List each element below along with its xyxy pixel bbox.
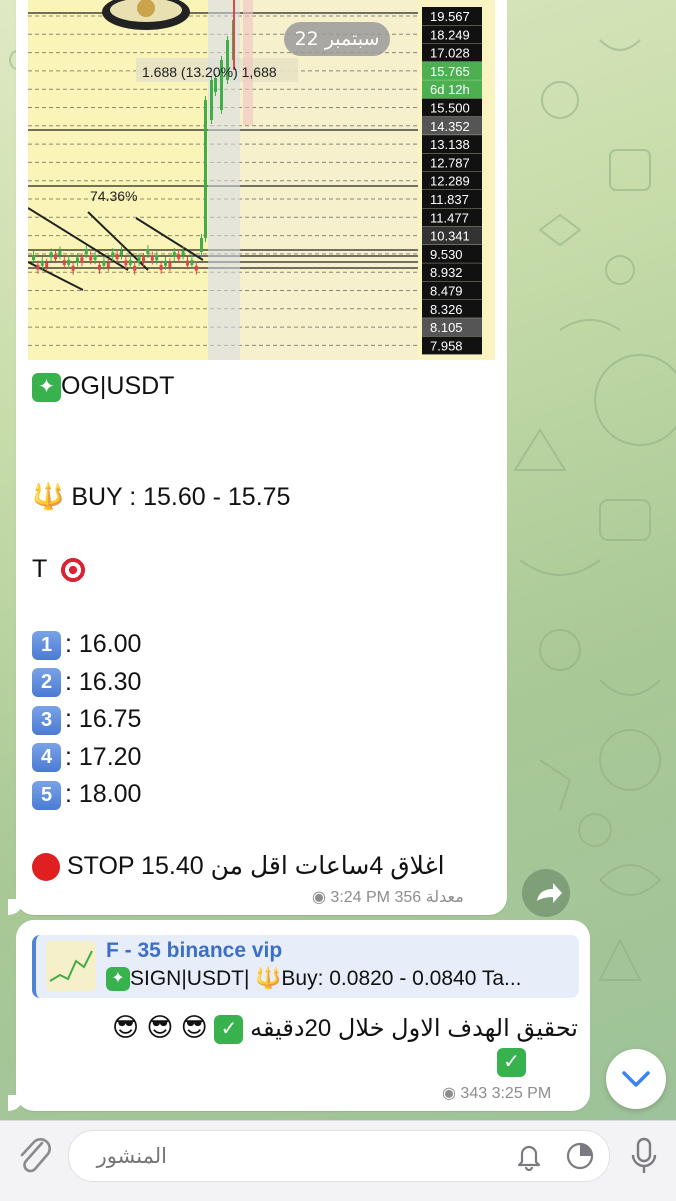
target-value: : 18.00 [65, 780, 142, 808]
price-tag: 11.477 [430, 210, 469, 225]
stop-text: STOP 15.40 اغلاق 4ساعات اقل من [66, 852, 445, 880]
price-tag: 13.138 [430, 137, 470, 152]
message-time: 3:24 PM [330, 889, 391, 906]
red-circle-icon [32, 853, 60, 882]
number-keycap-icon: 5 [32, 780, 61, 810]
message-input[interactable] [75, 1131, 169, 1181]
targets-list: 1: 16.00 2: 16.30 3: 16.75 4: 17.20 5: 18.00 [32, 626, 141, 814]
price-tag: 8.105 [430, 320, 463, 335]
target-value: : 16.00 [65, 630, 142, 658]
price-tag: 9.530 [430, 247, 463, 262]
price-tag: 18.249 [430, 27, 470, 42]
reply-quote[interactable]: F - 35 binance vip ✦ SIGN|USDT| 🔱Buy: 0.0… [32, 935, 579, 998]
eye-icon: ◉ [442, 1085, 456, 1102]
view-count: 343 [460, 1085, 488, 1102]
chevron-down-icon [622, 1071, 650, 1087]
bubble-tail [8, 899, 24, 915]
buy-line: 🔱 BUY : 15.60 - 15.75 [32, 481, 290, 512]
pair-line: ✦ OG|USDT [32, 372, 174, 402]
check-icon: ✓ [497, 1048, 526, 1077]
compose-field[interactable] [68, 1130, 610, 1182]
price-tag: 10.341 [430, 229, 470, 244]
price-tag: 12.787 [430, 155, 470, 170]
price-tag: 19.567 [430, 9, 470, 24]
price-tag: 17.028 [430, 46, 470, 61]
price-tag: 6d 12h [430, 82, 470, 97]
price-tag: 14.352 [430, 119, 470, 134]
target-value: : 16.30 [65, 667, 142, 696]
message-meta: ◉ 343 3:25 PM [442, 1083, 551, 1103]
date-pill: 22 سبتمبر [284, 22, 390, 56]
targets-label: T [32, 555, 47, 583]
target-row: 3: 16.75 [32, 701, 141, 739]
target-row: 2: 16.30 [32, 664, 141, 702]
bell-icon [517, 1145, 541, 1172]
number-keycap-icon: 4 [32, 743, 61, 773]
cool-emoji: 😎 😎 😎 [112, 1012, 208, 1042]
number-keycap-icon: 3 [32, 705, 61, 735]
price-tag: 12.289 [430, 174, 470, 189]
eye-icon: ◉ [312, 889, 326, 906]
check-icon: ✓ [214, 1015, 244, 1045]
check-row: ✓ [497, 1048, 526, 1077]
price-tag: 8.932 [430, 265, 463, 280]
message-bubble-reply[interactable]: F - 35 binance vip ✦ SIGN|USDT| 🔱Buy: 0.0… [8, 920, 590, 1111]
message2-text-row: تحقيق الهدف الاول خلال 20دقيقه ✓ 😎 😎 😎 [32, 1012, 578, 1045]
message-time: 3:25 PM [491, 1085, 552, 1102]
sparkle-icon: ✦ [32, 372, 61, 402]
chart-image[interactable]: 22 سبتمبر 1.688 (13.20%) 1,688 74.36% 19… [28, 0, 495, 360]
price-tag: 15.500 [430, 101, 470, 116]
targets-heading: T [32, 555, 86, 584]
pair-text: OG|USDT [61, 372, 175, 400]
timer-button[interactable] [565, 1141, 595, 1176]
reply-text: ✦ SIGN|USDT| 🔱Buy: 0.0820 - 0.0840 Ta... [106, 967, 522, 992]
message-bubble-og-usdt[interactable]: 22 سبتمبر 1.688 (13.20%) 1,688 74.36% 19… [8, 0, 507, 915]
price-tag: 7.958 [430, 338, 463, 353]
measure-label: 1.688 (13.20%) 1,688 [142, 64, 277, 80]
target-row: 4: 17.20 [32, 739, 141, 777]
reply-thumbnail [46, 941, 96, 991]
target-row: 1: 16.00 [32, 626, 141, 664]
reply-author: F - 35 binance vip [106, 939, 283, 962]
price-chart: 22 سبتمبر 1.688 (13.20%) 1,688 74.36% 19… [28, 0, 482, 360]
svg-text:22 سبتمبر: 22 سبتمبر [295, 28, 380, 50]
number-keycap-icon: 2 [32, 668, 61, 698]
target-value: : 16.75 [65, 705, 142, 733]
microphone-icon [631, 1137, 657, 1173]
timer-icon [566, 1142, 594, 1170]
view-count: 356 [394, 889, 422, 906]
buy-text: BUY : 15.60 - 15.75 [71, 483, 291, 511]
price-tag: 15.765 [430, 64, 470, 79]
bubble-tail [8, 1095, 24, 1111]
notifications-button[interactable] [514, 1141, 544, 1176]
composer-bar [0, 1120, 676, 1201]
attach-button[interactable] [14, 1133, 54, 1182]
number-keycap-icon: 1 [32, 630, 61, 660]
trident-icon: 🔱 [32, 481, 65, 511]
stop-line: STOP 15.40 اغلاق 4ساعات اقل من [32, 851, 445, 882]
scroll-down-button[interactable] [606, 1049, 666, 1109]
target-value: : 17.20 [65, 742, 142, 771]
message-meta: ◉ 3:24 PM معدلة 356 [312, 887, 464, 907]
forward-button[interactable] [522, 869, 570, 917]
price-tag: 11.837 [430, 192, 469, 207]
price-tag: 8.479 [430, 284, 463, 299]
share-forward-icon [537, 883, 562, 903]
edited-label: معدلة [425, 889, 464, 906]
paperclip-icon [20, 1138, 51, 1173]
target-row: 5: 18.00 [32, 776, 141, 814]
message2-text: تحقيق الهدف الاول خلال 20دقيقه [250, 1015, 578, 1042]
microphone-button[interactable] [624, 1133, 664, 1182]
target-dart-icon [59, 557, 86, 584]
price-tag: 8.326 [430, 302, 463, 317]
percent-label: 74.36% [90, 188, 137, 204]
